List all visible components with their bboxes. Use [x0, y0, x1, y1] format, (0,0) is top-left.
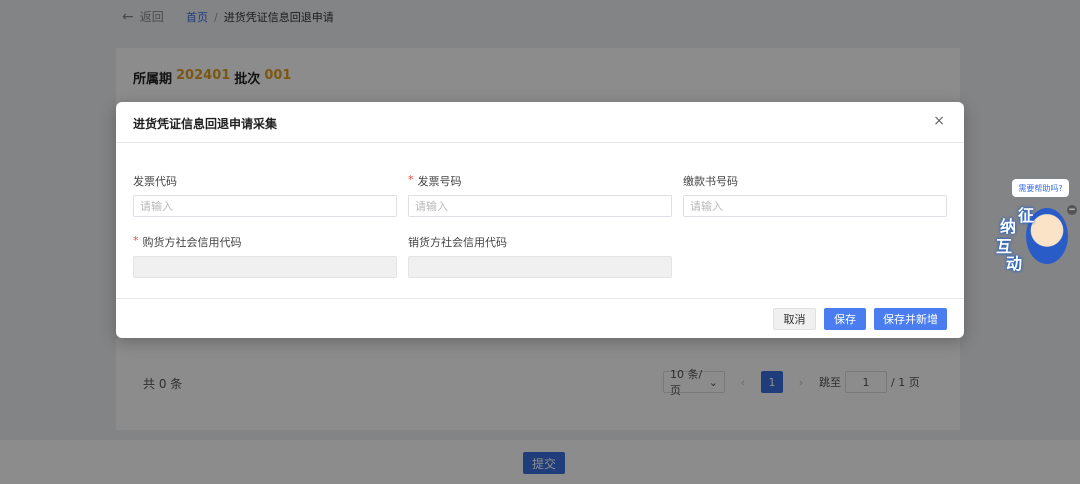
buyer-credit-code-label-text: 购货方社会信用代码 [142, 236, 242, 249]
seller-credit-code-input [408, 256, 672, 278]
seller-credit-code-field: 销货方社会信用代码 [408, 234, 672, 278]
cancel-button[interactable]: 取消 [773, 308, 816, 330]
dialog-footer: 取消 保存 保存并新增 [116, 298, 964, 339]
seller-credit-code-label-text: 销货方社会信用代码 [408, 236, 507, 249]
save-and-new-button[interactable]: 保存并新增 [874, 308, 947, 330]
required-mark: * [133, 234, 139, 247]
invoice-number-field: * 发票号码 [408, 173, 672, 217]
invoice-number-label-text: 发票号码 [417, 175, 462, 188]
collect-dialog: 进货凭证信息回退申请采集 × 发票代码 * 发票号码 缴款书号码 * 购货方社会… [116, 102, 964, 338]
invoice-code-label: 发票代码 [133, 173, 397, 189]
payment-number-label-text: 缴款书号码 [683, 175, 738, 188]
buyer-credit-code-label: * 购货方社会信用代码 [133, 234, 397, 250]
tax-assistant-widget[interactable]: 征 纳 互 动 − [994, 200, 1077, 273]
minimize-icon[interactable]: − [1067, 205, 1077, 215]
seller-credit-code-label: 销货方社会信用代码 [408, 234, 672, 250]
dialog-header: 进货凭证信息回退申请采集 × [116, 102, 964, 143]
payment-number-label: 缴款书号码 [683, 173, 947, 189]
buyer-credit-code-input [133, 256, 397, 278]
widget-char: 征 [1018, 206, 1035, 225]
buyer-credit-code-field: * 购货方社会信用代码 [133, 234, 397, 278]
close-icon[interactable]: × [933, 113, 945, 129]
payment-number-field: 缴款书号码 [683, 173, 947, 217]
payment-number-input[interactable] [683, 195, 947, 217]
widget-char: 动 [1006, 254, 1023, 273]
dialog-title: 进货凭证信息回退申请采集 [133, 117, 278, 131]
invoice-number-input[interactable] [408, 195, 672, 217]
invoice-number-label: * 发票号码 [408, 173, 672, 189]
invoice-code-field: 发票代码 [133, 173, 397, 217]
save-button[interactable]: 保存 [824, 308, 866, 330]
help-bubble[interactable]: 需要帮助吗? [1012, 179, 1069, 197]
invoice-code-input[interactable] [133, 195, 397, 217]
required-mark: * [408, 173, 414, 186]
invoice-code-label-text: 发票代码 [133, 175, 177, 188]
